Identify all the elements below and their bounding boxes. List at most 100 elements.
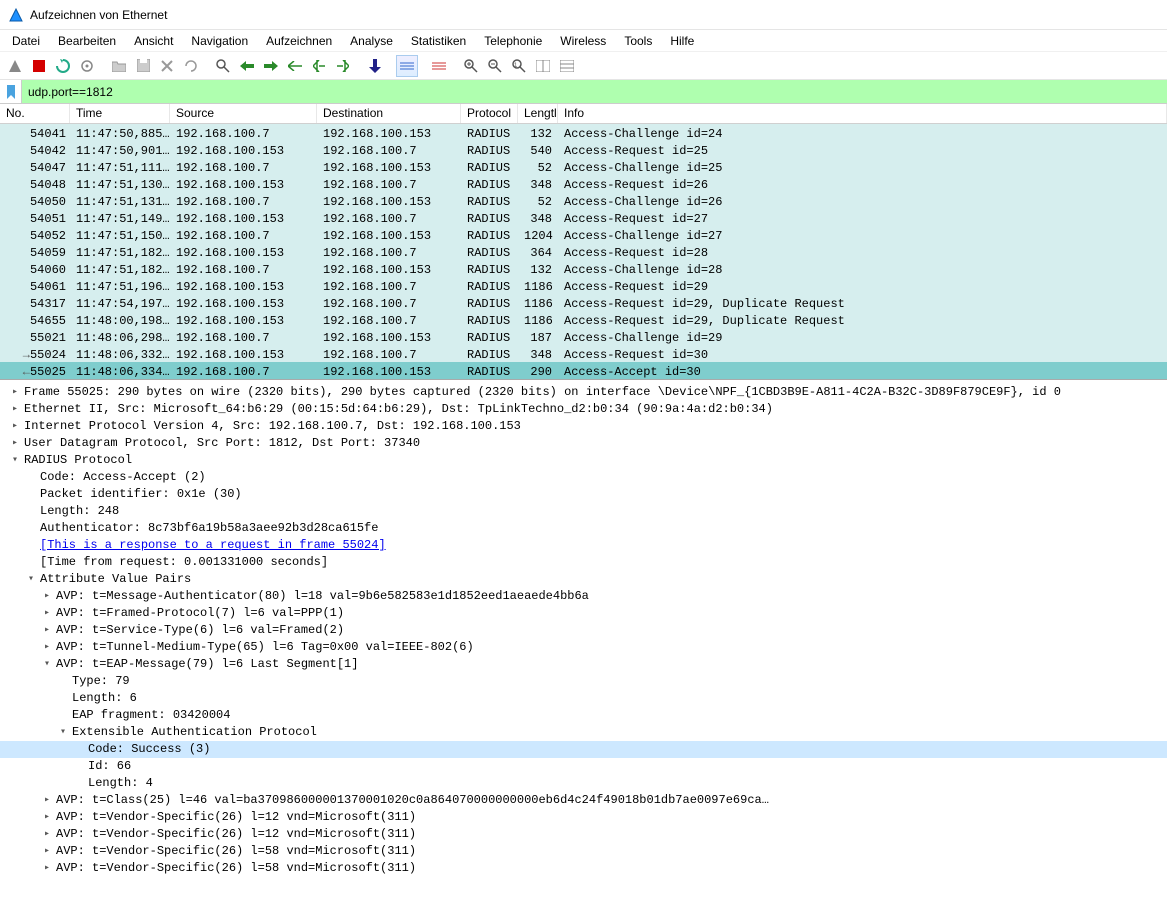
tree-caret-icon[interactable]: ▸ bbox=[8, 401, 22, 418]
tree-row[interactable]: ▸AVP: t=Vendor-Specific(26) l=12 vnd=Mic… bbox=[0, 809, 1167, 826]
tree-caret-icon[interactable]: ▾ bbox=[8, 452, 22, 469]
packet-row[interactable]: 5465511:48:00,198…192.168.100.153192.168… bbox=[0, 311, 1167, 328]
zoom-in-icon[interactable] bbox=[460, 55, 482, 77]
tree-row[interactable]: ▸Ethernet II, Src: Microsoft_64:b6:29 (0… bbox=[0, 401, 1167, 418]
menu-tools[interactable]: Tools bbox=[616, 32, 660, 50]
tree-row[interactable]: ▸AVP: t=Vendor-Specific(26) l=58 vnd=Mic… bbox=[0, 843, 1167, 860]
tree-caret-icon[interactable]: ▾ bbox=[56, 724, 70, 741]
tree-row[interactable]: Code: Success (3) bbox=[0, 741, 1167, 758]
tree-row[interactable]: Packet identifier: 0x1e (30) bbox=[0, 486, 1167, 503]
tree-caret-icon[interactable]: ▸ bbox=[40, 639, 54, 656]
tree-caret-icon[interactable]: ▸ bbox=[8, 435, 22, 452]
menu-file[interactable]: Datei bbox=[4, 32, 48, 50]
tree-row[interactable]: Authenticator: 8c73bf6a19b58a3aee92b3d28… bbox=[0, 520, 1167, 537]
tree-row[interactable]: Type: 79 bbox=[0, 673, 1167, 690]
start-capture-icon[interactable] bbox=[4, 55, 26, 77]
packet-row[interactable]: 5405211:47:51,150…192.168.100.7192.168.1… bbox=[0, 226, 1167, 243]
packet-row[interactable]: 5405011:47:51,131…192.168.100.7192.168.1… bbox=[0, 192, 1167, 209]
menu-telephony[interactable]: Telephonie bbox=[476, 32, 550, 50]
resize-columns-icon[interactable] bbox=[428, 55, 450, 77]
open-file-icon[interactable] bbox=[108, 55, 130, 77]
layout-icon[interactable] bbox=[556, 55, 578, 77]
packet-row[interactable]: 5404211:47:50,901…192.168.100.153192.168… bbox=[0, 141, 1167, 158]
col-header-time[interactable]: Time bbox=[70, 104, 170, 123]
tree-caret-icon[interactable]: ▾ bbox=[40, 656, 54, 673]
filter-bookmark-icon[interactable] bbox=[0, 80, 22, 103]
tree-row[interactable]: [This is a response to a request in fram… bbox=[0, 537, 1167, 554]
tree-caret-icon[interactable]: ▸ bbox=[40, 826, 54, 843]
tree-row[interactable]: Code: Access-Accept (2) bbox=[0, 469, 1167, 486]
go-to-packet-icon[interactable] bbox=[284, 55, 306, 77]
menu-statistics[interactable]: Statistiken bbox=[403, 32, 474, 50]
auto-scroll-icon[interactable] bbox=[364, 55, 386, 77]
tree-row[interactable]: ▾Extensible Authentication Protocol bbox=[0, 724, 1167, 741]
packet-details-pane[interactable]: ▸Frame 55025: 290 bytes on wire (2320 bi… bbox=[0, 379, 1167, 881]
save-file-icon[interactable] bbox=[132, 55, 154, 77]
tree-row[interactable]: ▸User Datagram Protocol, Src Port: 1812,… bbox=[0, 435, 1167, 452]
tree-row[interactable]: ▸AVP: t=Vendor-Specific(26) l=12 vnd=Mic… bbox=[0, 826, 1167, 843]
packet-list[interactable]: 5404111:47:50,885…192.168.100.7192.168.1… bbox=[0, 124, 1167, 379]
capture-options-icon[interactable] bbox=[76, 55, 98, 77]
tree-caret-icon[interactable]: ▸ bbox=[40, 622, 54, 639]
tree-row[interactable]: ▸AVP: t=Vendor-Specific(26) l=58 vnd=Mic… bbox=[0, 860, 1167, 877]
tree-row[interactable]: ▾RADIUS Protocol bbox=[0, 452, 1167, 469]
go-last-icon[interactable] bbox=[332, 55, 354, 77]
packet-row[interactable]: 5502111:48:06,298…192.168.100.7192.168.1… bbox=[0, 328, 1167, 345]
go-back-icon[interactable] bbox=[236, 55, 258, 77]
packet-row[interactable]: →5502411:48:06,332…192.168.100.153192.16… bbox=[0, 345, 1167, 362]
menu-wireless[interactable]: Wireless bbox=[552, 32, 614, 50]
col-header-protocol[interactable]: Protocol bbox=[461, 104, 518, 123]
tree-row[interactable]: Length: 248 bbox=[0, 503, 1167, 520]
tree-row[interactable]: ▾AVP: t=EAP-Message(79) l=6 Last Segment… bbox=[0, 656, 1167, 673]
resize-all-icon[interactable] bbox=[532, 55, 554, 77]
restart-capture-icon[interactable] bbox=[52, 55, 74, 77]
tree-row[interactable]: Length: 4 bbox=[0, 775, 1167, 792]
tree-row[interactable]: Length: 6 bbox=[0, 690, 1167, 707]
packet-row[interactable]: 5431711:47:54,197…192.168.100.153192.168… bbox=[0, 294, 1167, 311]
go-forward-icon[interactable] bbox=[260, 55, 282, 77]
tree-row[interactable]: ▸Frame 55025: 290 bytes on wire (2320 bi… bbox=[0, 384, 1167, 401]
zoom-out-icon[interactable] bbox=[484, 55, 506, 77]
colorize-icon[interactable] bbox=[396, 55, 418, 77]
tree-row[interactable]: ▸AVP: t=Service-Type(6) l=6 val=Framed(2… bbox=[0, 622, 1167, 639]
col-header-info[interactable]: Info bbox=[558, 104, 1167, 123]
tree-row[interactable]: [Time from request: 0.001331000 seconds] bbox=[0, 554, 1167, 571]
go-first-icon[interactable] bbox=[308, 55, 330, 77]
menu-capture[interactable]: Aufzeichnen bbox=[258, 32, 340, 50]
tree-row[interactable]: EAP fragment: 03420004 bbox=[0, 707, 1167, 724]
menu-help[interactable]: Hilfe bbox=[662, 32, 702, 50]
reload-file-icon[interactable] bbox=[180, 55, 202, 77]
packet-row[interactable]: ←5502511:48:06,334…192.168.100.7192.168.… bbox=[0, 362, 1167, 379]
zoom-reset-icon[interactable]: 1 bbox=[508, 55, 530, 77]
packet-row[interactable]: 5406111:47:51,196…192.168.100.153192.168… bbox=[0, 277, 1167, 294]
tree-caret-icon[interactable]: ▾ bbox=[24, 571, 38, 588]
tree-row[interactable]: ▸AVP: t=Framed-Protocol(7) l=6 val=PPP(1… bbox=[0, 605, 1167, 622]
menu-analyze[interactable]: Analyse bbox=[342, 32, 401, 50]
close-file-icon[interactable] bbox=[156, 55, 178, 77]
col-header-no[interactable]: No. bbox=[0, 104, 70, 123]
tree-caret-icon[interactable]: ▸ bbox=[40, 860, 54, 877]
menu-navigation[interactable]: Navigation bbox=[183, 32, 256, 50]
tree-caret-icon[interactable]: ▸ bbox=[8, 418, 22, 435]
col-header-source[interactable]: Source bbox=[170, 104, 317, 123]
stop-capture-icon[interactable] bbox=[28, 55, 50, 77]
menu-view[interactable]: Ansicht bbox=[126, 32, 181, 50]
tree-caret-icon[interactable]: ▸ bbox=[40, 809, 54, 826]
packet-row[interactable]: 5405111:47:51,149…192.168.100.153192.168… bbox=[0, 209, 1167, 226]
col-header-length[interactable]: Lengtl bbox=[518, 104, 558, 123]
tree-caret-icon[interactable]: ▸ bbox=[40, 588, 54, 605]
packet-row[interactable]: 5406011:47:51,182…192.168.100.7192.168.1… bbox=[0, 260, 1167, 277]
packet-row[interactable]: 5404111:47:50,885…192.168.100.7192.168.1… bbox=[0, 124, 1167, 141]
col-header-destination[interactable]: Destination bbox=[317, 104, 461, 123]
tree-row[interactable]: Id: 66 bbox=[0, 758, 1167, 775]
packet-row[interactable]: 5404811:47:51,130…192.168.100.153192.168… bbox=[0, 175, 1167, 192]
tree-caret-icon[interactable]: ▸ bbox=[40, 792, 54, 809]
find-packet-icon[interactable] bbox=[212, 55, 234, 77]
tree-row[interactable]: ▸AVP: t=Class(25) l=46 val=ba37098600000… bbox=[0, 792, 1167, 809]
display-filter-input[interactable] bbox=[22, 80, 1167, 103]
menu-edit[interactable]: Bearbeiten bbox=[50, 32, 124, 50]
tree-row[interactable]: ▾Attribute Value Pairs bbox=[0, 571, 1167, 588]
tree-row[interactable]: ▸AVP: t=Tunnel-Medium-Type(65) l=6 Tag=0… bbox=[0, 639, 1167, 656]
tree-caret-icon[interactable]: ▸ bbox=[40, 843, 54, 860]
tree-row[interactable]: ▸AVP: t=Message-Authenticator(80) l=18 v… bbox=[0, 588, 1167, 605]
